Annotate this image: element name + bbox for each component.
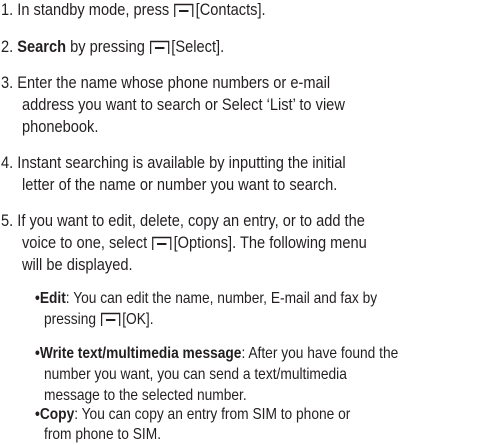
step-4-line-1: 4. Instant searching is available by inp… (1, 153, 346, 173)
step-4-line-2: letter of the name or number you want to… (22, 175, 338, 194)
bullet-write-text-1: : After you have found the (241, 345, 399, 362)
step-1-number: 1. (1, 0, 14, 19)
bullet-write-line-2: number you want, you can send a text/mul… (44, 366, 347, 383)
step-1-text: In standby mode, press (17, 0, 170, 19)
softkey-icon (152, 236, 172, 251)
bullet-edit-term: Edit (39, 290, 66, 307)
step-1-key-label: [Contacts]. (195, 0, 266, 19)
manual-page: 1. In standby mode, press [Contacts]. 2.… (0, 0, 477, 445)
bullet-copy-line-2: from phone to SIM. (44, 426, 162, 443)
step-4-number: 4. (1, 153, 14, 172)
step-1: 1. In standby mode, press [Contacts]. (1, 0, 266, 20)
bullet-edit-line-2: pressing [OK]. (44, 310, 154, 329)
bullet-write-line-3: message to the selected number. (44, 387, 247, 404)
step-2: 2. Search by pressing [Select]. (1, 37, 224, 57)
step-5-number: 5. (1, 211, 14, 230)
step-2-bold-term: Search (17, 37, 67, 56)
bullet-edit-key-label: [OK]. (122, 311, 154, 328)
step-3-line-3: phonebook. (22, 117, 99, 136)
step-5-text-2: voice to one, select (22, 233, 148, 252)
step-5-line-2: voice to one, select [Options]. The foll… (22, 233, 367, 253)
bullet-write-term: Write text/multimedia message (39, 345, 242, 362)
step-5-line-3: will be displayed. (22, 255, 133, 274)
step-5-line-1: 5. If you want to edit, delete, copy an … (1, 211, 365, 231)
step-2-number: 2. (1, 37, 14, 56)
step-5-key-label: [Options]. The following menu (173, 233, 367, 252)
softkey-icon (150, 40, 170, 55)
bullet-write-line-1: •Write text/multimedia message: After yo… (35, 344, 398, 363)
step-3-number: 3. (1, 73, 14, 92)
bullet-edit-line-1: •Edit: You can edit the name, number, E-… (35, 289, 377, 308)
step-2-key-label: [Select]. (171, 37, 225, 56)
softkey-icon (100, 312, 121, 327)
step-3-line-2: address you want to search or Select ‘Li… (22, 95, 345, 114)
step-4-text-1: Instant searching is available by inputt… (17, 153, 346, 172)
step-3-line-1: 3. Enter the name whose phone numbers or… (1, 73, 330, 93)
bullet-edit-text-2: pressing (44, 311, 97, 328)
softkey-icon (174, 3, 194, 18)
bullet-copy-line-1: •Copy: You can copy an entry from SIM to… (35, 405, 350, 424)
step-3-text-1: Enter the name whose phone numbers or e-… (17, 73, 331, 92)
step-5-text-1: If you want to edit, delete, copy an ent… (17, 211, 365, 230)
bullet-edit-text-1: : You can edit the name, number, E-mail … (65, 290, 378, 307)
step-2-text: by pressing (66, 37, 145, 56)
bullet-copy-term: Copy (39, 406, 75, 423)
bullet-copy-text-1: : You can copy an entry from SIM to phon… (74, 406, 351, 423)
